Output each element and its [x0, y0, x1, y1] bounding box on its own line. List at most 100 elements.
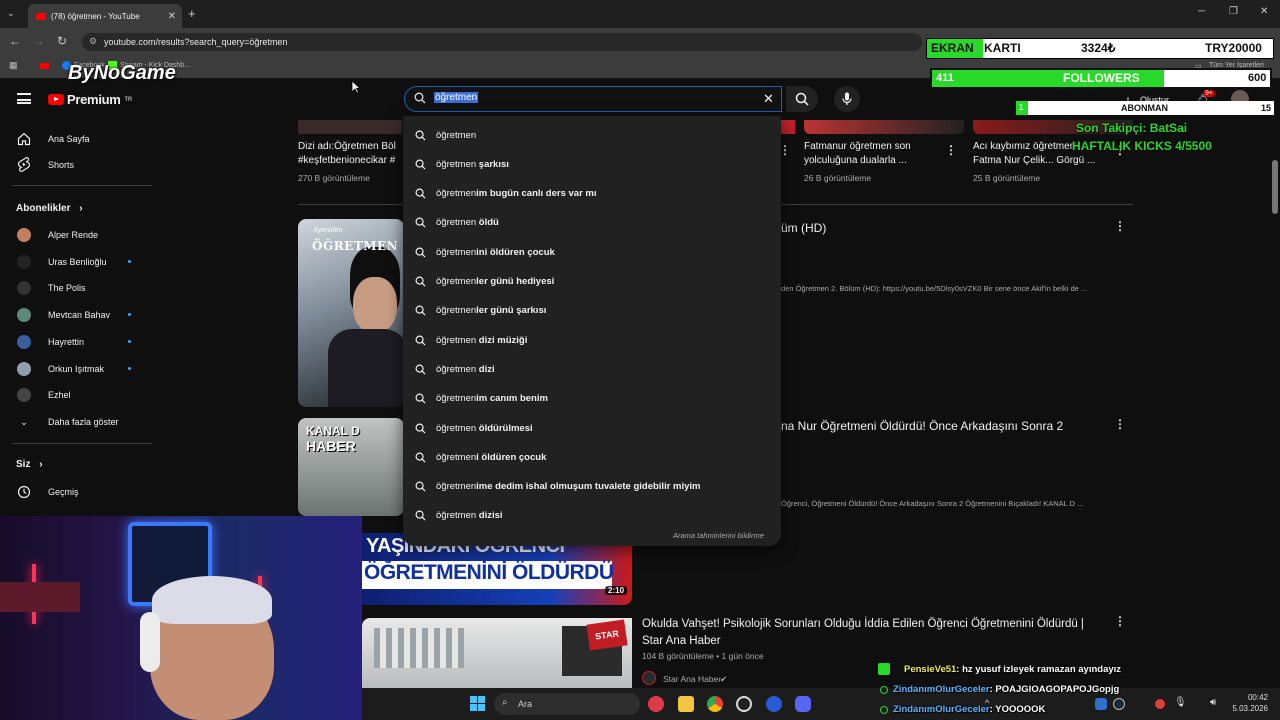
close-window-icon[interactable]: ✕ [1260, 6, 1268, 17]
browser-tab[interactable]: (78) öğretmen - YouTube ✕ [28, 4, 182, 28]
discord-icon[interactable] [795, 696, 811, 712]
tray-record-icon[interactable] [1155, 699, 1165, 709]
suggestion-typed: öğretmen [436, 188, 477, 200]
sidebar-item-history[interactable]: Geçmiş [16, 479, 79, 505]
short-title[interactable]: Fatmanur öğretmen son [804, 140, 911, 154]
video-thumbnail[interactable]: #yeniden ÖĞRETMEN [298, 219, 404, 407]
search-icon [415, 423, 426, 434]
mic-icon[interactable]: 🎙︎ [1174, 697, 1187, 708]
youtube-favicon-icon [36, 12, 46, 20]
sidebar-item-subscription[interactable]: The Polis [16, 275, 86, 301]
new-tab-button[interactable]: + [188, 6, 196, 21]
short-title[interactable]: Acı kaybımız öğretmen [973, 140, 1075, 154]
suggestion-typed: öğretmen [436, 217, 477, 229]
video-title-line2[interactable]: Star Ana Haber [642, 633, 721, 650]
close-tab-icon[interactable]: ✕ [168, 11, 176, 22]
tab-list-icon[interactable]: ⌄ [7, 8, 15, 19]
suggestion-completion: dizisi [476, 510, 503, 522]
suggestion-text: öğretmenim bugün canlı ders var mı [436, 188, 597, 199]
search-suggestion[interactable]: öğretmenini öldüren çocuk [415, 241, 555, 263]
clear-search-icon[interactable]: ✕ [763, 91, 774, 107]
avatar [17, 254, 31, 269]
tab-title: (78) öğretmen - YouTube [51, 11, 140, 21]
menu-icon[interactable] [17, 93, 31, 104]
video-title[interactable]: na Nur Öğretmeni Öldürdü! Önce Arkadaşın… [781, 419, 1063, 433]
site-info-icon[interactable]: ⚙ [89, 36, 97, 47]
windows-start-icon[interactable] [470, 696, 485, 716]
show-more-button[interactable]: ⌄ Daha fazla göster [16, 409, 118, 435]
more-options-icon[interactable]: ⋮ [1114, 417, 1126, 431]
reload-icon[interactable]: ↻ [57, 34, 67, 48]
channel-name[interactable]: Star Ana Haber [663, 674, 721, 684]
suggestion-typed: öğretmen [436, 246, 477, 258]
search-suggestion[interactable]: öğretmenler günü şarkısı [415, 300, 546, 322]
forward-icon[interactable]: → [33, 34, 45, 48]
video-thumbnail[interactable]: KANAL D HABER [298, 418, 404, 516]
steam-icon[interactable] [1113, 698, 1125, 710]
more-options-icon[interactable]: ⋮ [1114, 614, 1126, 628]
search-suggestion[interactable]: öğretmenime dedim ishal olmuşum tuvalete… [415, 476, 701, 498]
clock-date[interactable]: 5.03.2026 [1225, 704, 1268, 713]
apps-grid-icon[interactable]: ▦ [9, 60, 18, 71]
video-thumbnail[interactable]: STAR [362, 618, 632, 688]
sidebar-item-subscription[interactable]: Alper Rende [16, 222, 98, 248]
sidebar-item-shorts[interactable]: Shorts [16, 152, 74, 178]
obs-icon[interactable] [736, 696, 752, 712]
search-icon [415, 305, 426, 316]
search-suggestion[interactable]: öğretmeni öldüren çocuk [415, 446, 546, 468]
avatar [17, 361, 31, 376]
chat-text: : hz yusuf izleyek ramazan ayındayız [956, 664, 1122, 675]
video-title[interactable]: üm (HD) [781, 221, 826, 235]
logo-region: TR [124, 96, 133, 103]
search-button[interactable] [786, 86, 818, 112]
short-title[interactable]: Dizi adı:Öğretmen Böl [298, 140, 402, 154]
youtube-logo[interactable]: Premium TR [48, 92, 132, 107]
channel-avatar[interactable] [642, 671, 656, 685]
sidebar-item-home[interactable]: Ana Sayfa [16, 126, 90, 152]
subscriptions-heading[interactable]: Abonelikler › [16, 203, 83, 214]
video-title[interactable]: Okulda Vahşet! Psikolojik Sorunları Oldu… [642, 616, 1084, 633]
url-field[interactable]: ⚙ youtube.com/results?search_query=öğret… [82, 33, 922, 51]
minimize-icon[interactable]: ─ [1198, 6, 1205, 17]
report-predictions-link[interactable]: Arama tahminlerini bildirme [673, 531, 764, 540]
short-title-line2[interactable]: Fatma Nur Çelik... Görgü ... [973, 154, 1095, 168]
you-heading[interactable]: Siz › [16, 459, 43, 470]
page-scrollbar[interactable] [1272, 160, 1278, 214]
volume-icon[interactable]: 🔊︎ [1210, 697, 1216, 708]
settings-icon[interactable] [766, 696, 782, 712]
file-explorer-icon[interactable] [678, 696, 694, 712]
clock-time[interactable]: 00:42 [1232, 693, 1268, 702]
back-icon[interactable]: ← [9, 34, 21, 48]
sidebar-item-subscription[interactable]: Hayrettin [16, 329, 84, 355]
more-options-icon[interactable]: ⋮ [1114, 219, 1126, 233]
taskbar-search[interactable]: ⌕ Ara [494, 693, 640, 715]
search-suggestion[interactable]: öğretmenim bugün canlı ders var mı [415, 183, 597, 205]
search-suggestion[interactable]: öğretmen dizi müziği [415, 329, 527, 351]
search-suggestion[interactable]: öğretmenim canım benim [415, 388, 548, 410]
short-thumbnail[interactable] [298, 120, 402, 134]
search-suggestion[interactable]: öğretmen öldürülmesi [415, 417, 533, 439]
search-suggestion[interactable]: öğretmen dizisi [415, 505, 503, 527]
voice-search-button[interactable] [834, 86, 860, 112]
maximize-icon[interactable]: ❐ [1229, 6, 1238, 17]
short-title-line2[interactable]: #keşfetbenionecikar # [298, 154, 402, 168]
sidebar-item-subscription[interactable]: Mevtcan Bahav [16, 302, 110, 328]
search-suggestion[interactable]: öğretmen öldü [415, 212, 499, 234]
sidebar-item-subscription[interactable]: Orkun Işıtmak [16, 356, 104, 382]
search-suggestion[interactable]: öğretmen şarkısı [415, 153, 509, 175]
search-suggestion[interactable]: öğretmen [415, 124, 476, 146]
sidebar-item-subscription[interactable]: Uras Benlioğlu [16, 249, 107, 275]
media-app-icon[interactable] [648, 696, 664, 712]
tray-app-icon[interactable] [1095, 698, 1107, 710]
youtube-bookmark-icon[interactable] [40, 63, 49, 69]
search-suggestion[interactable]: öğretmen dizi [415, 358, 495, 380]
sidebar-item-subscription[interactable]: Ezhel [16, 382, 71, 408]
chrome-icon[interactable] [707, 696, 723, 712]
short-title-line2[interactable]: yolculuğuna dualarla ... [804, 154, 907, 168]
search-suggestion[interactable]: öğretmenler günü hediyesi [415, 271, 554, 293]
chevron-right-icon: › [39, 459, 43, 470]
more-options-icon[interactable]: ⋮ [945, 143, 957, 157]
short-thumbnail[interactable] [804, 120, 964, 134]
short-thumbnail[interactable] [781, 120, 795, 134]
suggestion-completion: ime dedim ishal olmuşum tuvalete gidebil… [476, 481, 701, 493]
